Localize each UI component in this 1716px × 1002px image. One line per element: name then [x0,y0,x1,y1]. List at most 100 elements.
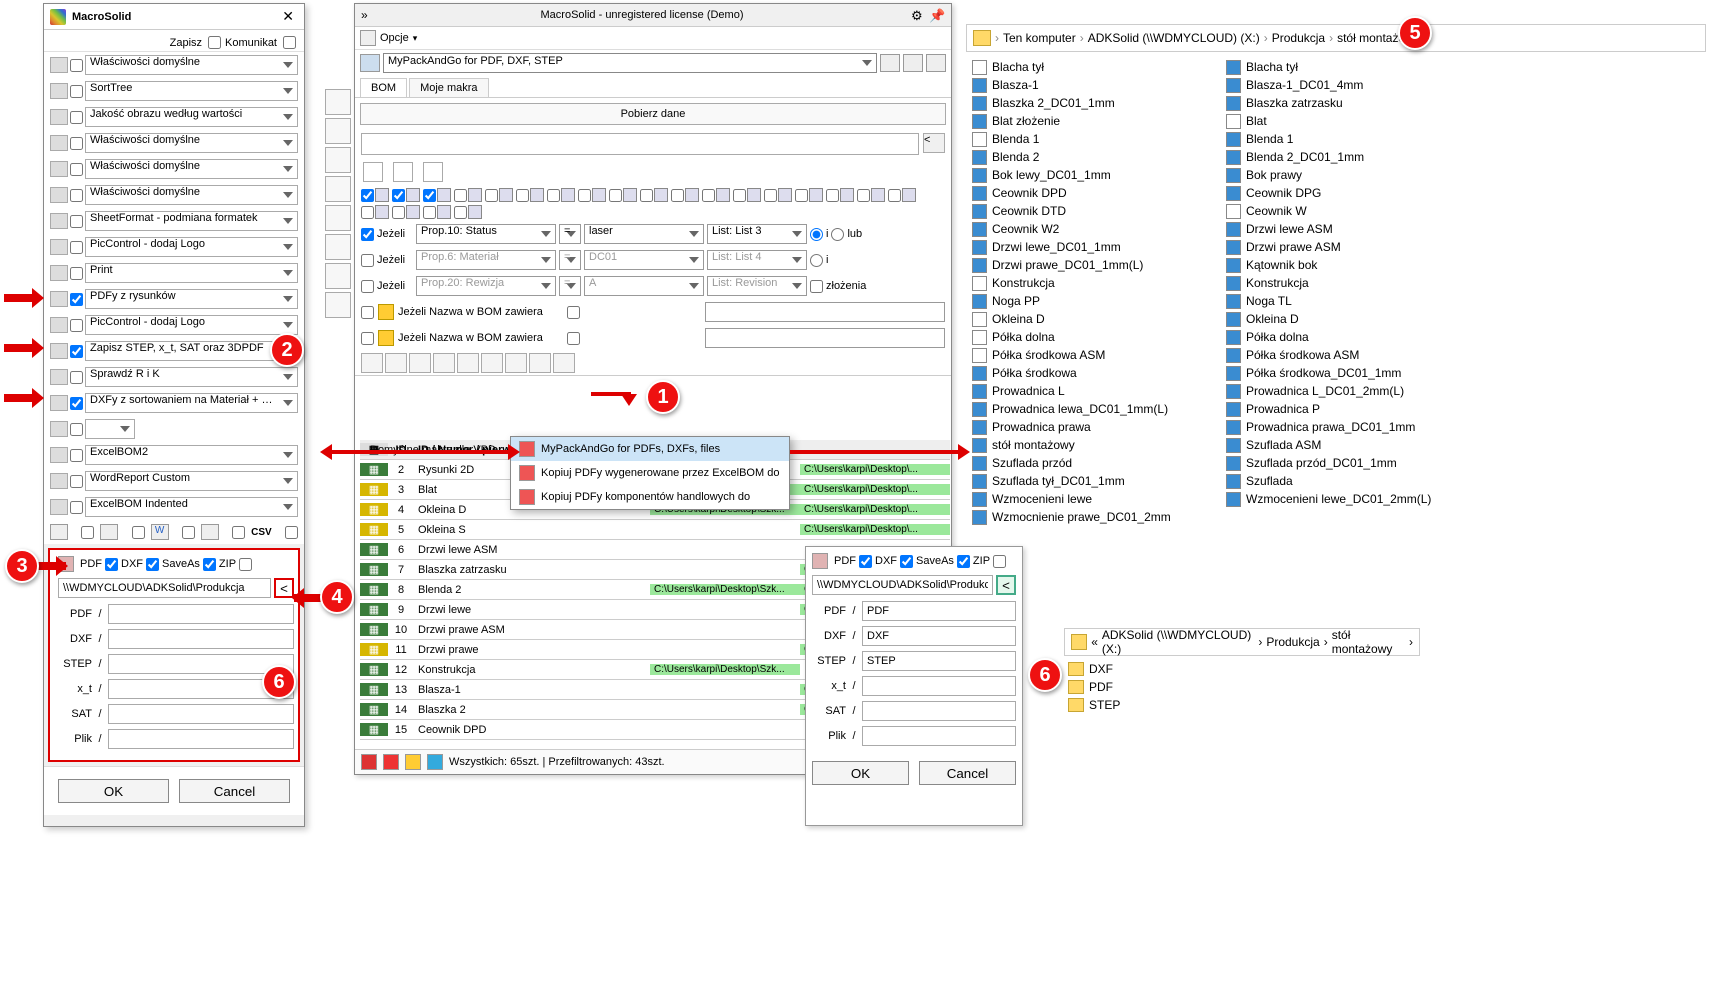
table-tool-btn[interactable] [529,353,551,373]
macro-select[interactable]: Właściwości domyślne [85,185,298,205]
cond-join-i[interactable] [810,228,823,241]
saveas-cb-2[interactable] [957,555,970,568]
table-tool-btn[interactable] [385,353,407,373]
fmt-input[interactable] [108,729,294,749]
macro-select[interactable]: PDFy z rysunków [85,289,298,309]
view-toggle[interactable] [361,205,389,219]
cond-op-select[interactable]: = [559,250,581,270]
view-toggle[interactable] [857,188,885,202]
file-item[interactable]: Konstrukcja [1224,274,1484,292]
cond-op-select[interactable]: = [559,276,581,296]
view-toggle[interactable] [826,188,854,202]
name-aux-cb-2[interactable] [567,332,580,345]
view-toggle[interactable] [578,188,606,202]
file-item[interactable]: Bok prawy [1224,166,1484,184]
file-item[interactable]: Półka środkowa [970,364,1206,382]
macro-enable-cb[interactable] [70,163,83,176]
macro-enable-cb[interactable] [70,137,83,150]
macro-enable-cb[interactable] [70,85,83,98]
file-item[interactable]: Konstrukcja [970,274,1206,292]
macro-select[interactable]: Właściwości domyślne [85,159,298,179]
file-item[interactable]: Prowadnica P [1224,400,1484,418]
fmt-input[interactable] [108,604,294,624]
file-item[interactable]: Półka dolna [1224,328,1484,346]
cond-value-select[interactable]: laser [584,224,704,244]
crumb2-1[interactable]: ADKSolid (\\WDMYCLOUD) (X:) [1102,628,1254,656]
zip-cb[interactable] [239,558,252,571]
macro-enable-cb[interactable] [70,475,83,488]
help-btn-icon[interactable] [926,54,946,72]
dxf-cb-2[interactable] [900,555,913,568]
macro-select[interactable]: WordReport Custom [85,471,298,491]
macro-enable-cb[interactable] [70,293,83,306]
file-item[interactable]: Blenda 2_DC01_1mm [1224,148,1484,166]
cond-enable-cb[interactable] [361,280,374,293]
macro-select[interactable]: PicControl - dodaj Logo [85,237,298,257]
file-item[interactable]: Bok lewy_DC01_1mm [970,166,1206,184]
macro-select[interactable]: Właściwości domyślne [85,133,298,153]
macro-select[interactable]: Print [85,263,298,283]
file-item[interactable]: Prowadnica lewa_DC01_1mm(L) [970,400,1206,418]
view-toggle[interactable] [795,188,823,202]
copy-icon[interactable] [423,162,443,182]
gear-btn-icon[interactable] [880,54,900,72]
file-item[interactable]: Prowadnica prawa_DC01_1mm [1224,418,1484,436]
cancel-button[interactable]: Cancel [179,779,290,803]
cond-list-select[interactable]: List: List 4 [707,250,807,270]
side-tool-btn[interactable] [325,89,351,115]
file-item[interactable]: stół montażowy [970,436,1206,454]
side-tool-btn[interactable] [325,263,351,289]
file-item[interactable]: Okleina D [970,310,1206,328]
step-out-cb[interactable] [132,526,145,539]
macro-enable-cb[interactable] [70,241,83,254]
macro-select[interactable] [85,419,135,439]
name-contains-input-1[interactable] [705,302,945,322]
file-item[interactable]: Ceownik DPG [1224,184,1484,202]
file-item[interactable]: Szuflada przód [970,454,1206,472]
view-toggle[interactable] [485,188,513,202]
macro-enable-cb[interactable] [70,59,83,72]
file-item[interactable]: Blaszka zatrzasku [1224,94,1484,112]
side-tool-btn[interactable] [325,292,351,318]
view-toggle[interactable] [609,188,637,202]
table-tool-btn[interactable] [433,353,455,373]
zapisz-checkbox[interactable] [208,36,221,49]
macro-select[interactable]: Jakość obrazu według wartości [85,107,298,127]
file-item[interactable]: Blat [1224,112,1484,130]
macro-select[interactable]: Sprawdź R i K [85,367,298,387]
file-item[interactable]: Ceownik DTD [970,202,1206,220]
view-toggle[interactable] [392,188,420,202]
table-tool-btn[interactable] [553,353,575,373]
file-item[interactable]: Noga TL [1224,292,1484,310]
file-item[interactable]: Blasza-1_DC01_4mm [1224,76,1484,94]
view-toggle[interactable] [516,188,544,202]
file-item[interactable]: Szuflada tył_DC01_1mm [970,472,1206,490]
file-item[interactable]: Prowadnica prawa [970,418,1206,436]
table-row[interactable]: ▦5Okleina S C:\Users\karpi\Desktop\... [360,520,950,540]
browse-button-2[interactable]: < [996,575,1016,595]
table-tool-btn[interactable] [361,353,383,373]
macro-select[interactable]: ExcelBOM Indented [85,497,298,517]
view-toggle[interactable] [423,205,451,219]
breadcrumb-2[interactable]: « ADKSolid (\\WDMYCLOUD) (X:)› Produkcja… [1064,628,1420,656]
file-item[interactable]: Blenda 1 [970,130,1206,148]
file-item[interactable]: Półka środkowa ASM [970,346,1206,364]
cond-field-select[interactable]: Prop.6: Materiał [416,250,556,270]
file-item[interactable]: Półka środkowa_DC01_1mm [1224,364,1484,382]
cond-field-select[interactable]: Prop.20: Rewizja [416,276,556,296]
view-toggle[interactable] [888,188,916,202]
table-tool-btn[interactable] [409,353,431,373]
ok-button[interactable]: OK [58,779,169,803]
file-item[interactable]: Blenda 1 [1224,130,1484,148]
view-toggle[interactable] [423,188,451,202]
file-item[interactable]: Drzwi prawe_DC01_1mm(L) [970,256,1206,274]
file-item[interactable]: Wzmocnienie prawe_DC01_2mm [970,508,1206,526]
file-item[interactable]: Drzwi prawe ASM [1224,238,1484,256]
view-toggle[interactable] [671,188,699,202]
view-toggle[interactable] [764,188,792,202]
search-input[interactable] [361,133,919,155]
crumb-0[interactable]: Ten komputer [1003,31,1076,45]
saveas-cb[interactable] [203,558,216,571]
file-item[interactable]: Półka środkowa ASM [1224,346,1484,364]
folder-item[interactable]: STEP [1068,696,1120,714]
